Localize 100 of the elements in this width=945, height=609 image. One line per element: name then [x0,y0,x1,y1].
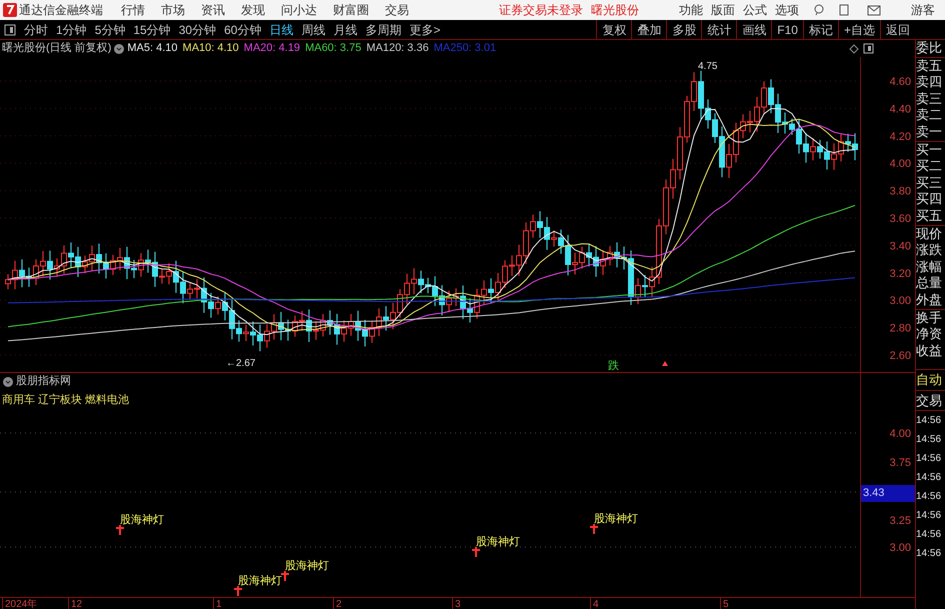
panel-toggle-icon[interactable] [863,43,874,54]
user-name[interactable]: 游客 [911,1,935,19]
period-tab[interactable]: 1分钟 [52,20,91,38]
price-label: 4.60 [890,76,911,88]
period-tab[interactable]: 更多> [405,20,444,38]
stock-link[interactable]: 曙光股份 [591,1,639,19]
quote-label: 总量 [916,275,943,292]
toolbar-button[interactable]: F10 [771,20,803,39]
trade-time: 14:56 [916,547,942,562]
high-price-label: 4.75 [698,61,718,72]
menu-item[interactable]: 功能 [679,1,703,19]
low-price-label: ←2.67 [226,358,256,369]
period-tab[interactable]: 60分钟 [220,20,266,38]
trade-time: 14:56 [916,452,942,466]
up-arrow-icon [662,361,668,366]
menu-item[interactable]: 市场 [161,1,185,19]
date-label: 5 [720,597,729,609]
date-label: 4 [590,597,599,609]
quote-label: 买二 [916,158,943,175]
trade-time: 14:56 [916,490,942,504]
price-label: 2.60 [890,350,911,362]
period-tab[interactable]: 5分钟 [90,20,130,38]
menu-item[interactable]: 选项 [775,1,799,19]
signal-label: 股海神灯 [285,559,329,574]
toolbar-button[interactable]: 返回 [880,20,915,39]
menu-item[interactable]: 行情 [121,1,145,19]
menu-item[interactable]: 资讯 [201,1,225,19]
period-tab[interactable]: 日线 [265,20,298,38]
axis-label: 3.25 [890,514,911,529]
menu-item[interactable]: 公式 [743,1,767,19]
axis-label: 3.00 [890,541,911,556]
dropdown-icon[interactable] [114,44,124,54]
price-label: 3.60 [890,213,911,225]
price-label: 3.80 [890,186,911,198]
trade-time: 14:56 [916,471,942,486]
signal-label: 股海神灯 [594,512,638,527]
panel-toggle-icon[interactable] [4,24,16,36]
auto-button[interactable]: 自动 [916,369,945,391]
date-label: 3 [452,597,461,609]
quote-label: 净资 [916,326,943,343]
mail-icon[interactable] [867,4,881,16]
quote-label: 买四 [916,191,943,208]
price-label: 4.20 [890,130,911,143]
ma-value: MA250: 3.01 [434,41,496,56]
ma-value: MA5: 4.10 [127,41,178,56]
toolbar-button[interactable]: 标记 [802,20,838,39]
quote-label: 收益 [916,342,943,360]
trade-time: 14:56 [916,528,942,542]
price-label: 3.40 [890,240,911,252]
toolbar-button[interactable]: 多股 [666,20,702,39]
toolbar-button[interactable]: 叠加 [631,20,666,39]
login-status[interactable]: 证券交易未登录 [499,1,583,19]
quote-label: 换手 [916,310,943,326]
trade-time: 14:56 [916,414,942,428]
signal-marker-icon [472,547,480,557]
period-tab[interactable]: 30分钟 [174,20,220,38]
trades-title: 交易 [916,390,945,412]
quote-label: 卖二 [916,107,943,124]
quote-label: 外盘 [916,292,945,310]
dropdown-icon[interactable] [3,376,13,386]
menu-item[interactable]: 交易 [385,1,409,19]
menu-item[interactable]: 版面 [711,1,735,19]
menu-item[interactable]: 发现 [241,1,265,19]
period-tab[interactable]: 周线 [297,20,330,38]
quote-label: 买五 [916,208,945,226]
menu-item[interactable]: 问小达 [281,1,317,19]
chart-title: 曙光股份(日线 前复权) [2,41,112,56]
signal-label: 跌 [608,360,619,372]
signal-label: 股海神灯 [476,535,520,550]
toolbar-button[interactable]: 统计 [701,20,736,39]
ma-value: MA120: 3.36 [366,41,429,56]
price-label: 4.00 [890,158,911,170]
quote-label: 涨幅 [916,258,943,276]
toolbar-button[interactable]: 画线 [736,20,772,39]
current-value-label: 3.43 [861,485,915,502]
menu-item[interactable]: 财富圈 [333,1,369,19]
quote-label: 委比 [916,40,945,58]
date-label: 1 [213,597,222,609]
indicator-title: 股朋指标网 [16,374,71,390]
quote-label: 卖五 [916,58,943,74]
app-logo-icon [3,3,17,17]
quote-label: 卖四 [916,74,943,91]
sector-tags: 商用车 辽宁板块 燃料电池 [2,394,130,406]
diamond-icon[interactable] [849,44,859,54]
axis-label: 3.75 [890,456,911,471]
period-tab[interactable]: 多周期 [361,20,406,38]
toolbar-button[interactable]: 复权 [596,20,632,39]
ma-value: MA60: 3.75 [305,41,362,56]
price-label: 2.80 [890,322,911,335]
trade-time: 14:56 [916,433,942,448]
period-tab[interactable]: 15分钟 [129,20,175,38]
quote-label: 卖一 [916,124,945,142]
signal-marker-icon [116,525,124,535]
period-tab[interactable]: 分时 [20,20,52,38]
quote-label: 现价 [916,226,943,242]
quote-label: 买三 [916,174,943,192]
date-label: 2024年 [2,597,38,609]
signal-marker-icon [281,571,289,581]
period-tab[interactable]: 月线 [329,20,362,38]
toolbar-button[interactable]: +自选 [838,20,880,39]
